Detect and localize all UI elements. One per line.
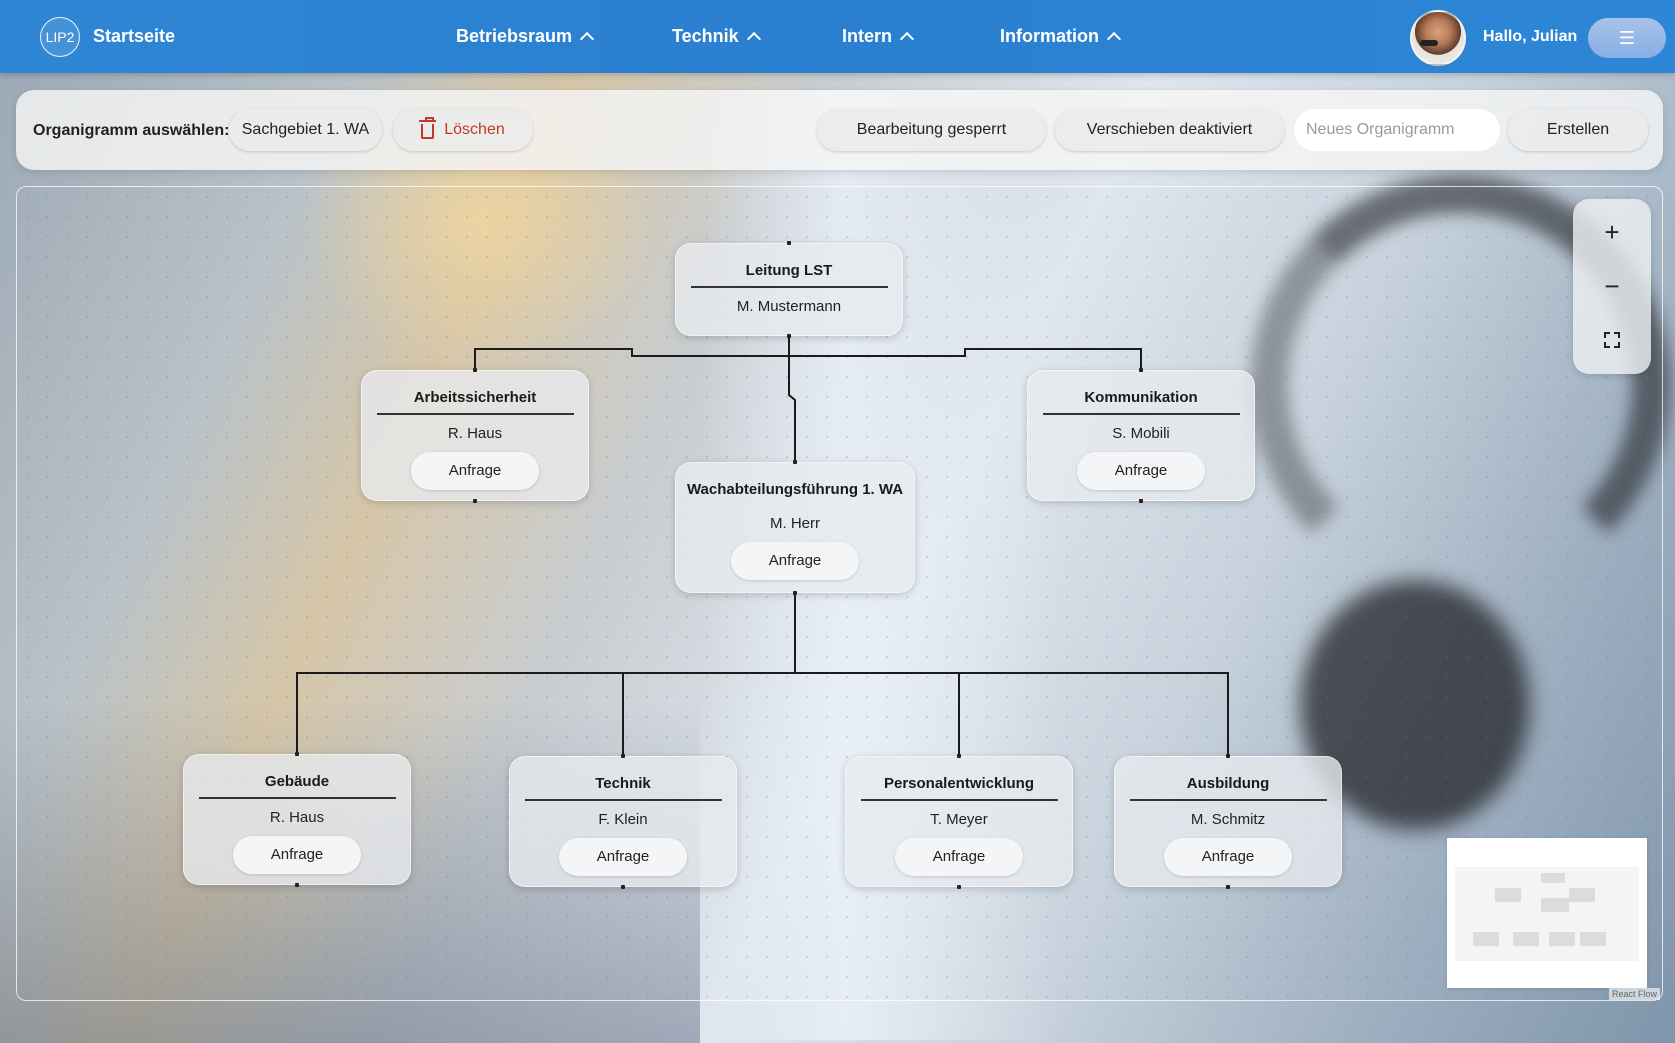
- node-title: Wachabteilungsführung 1. WA: [686, 481, 904, 498]
- node-divider: [1042, 413, 1240, 415]
- minimap-node: [1473, 932, 1499, 946]
- node-person: R. Haus: [269, 808, 325, 826]
- flow-minimap[interactable]: [1447, 838, 1647, 988]
- nav-label: Technik: [672, 26, 739, 46]
- delete-label: Löschen: [444, 121, 505, 138]
- node-handle[interactable]: [473, 499, 477, 503]
- node-handle[interactable]: [473, 368, 477, 372]
- node-title: Technik: [595, 775, 651, 792]
- fit-view-icon: [1604, 332, 1620, 348]
- nav-intern[interactable]: Intern: [842, 26, 915, 47]
- zoom-controls: + −: [1573, 199, 1651, 374]
- node-handle[interactable]: [957, 754, 961, 758]
- node-handle[interactable]: [793, 460, 797, 464]
- node-person: S. Mobili: [1112, 424, 1170, 442]
- org-node-wachabteilung[interactable]: Wachabteilungsführung 1. WA M. Herr Anfr…: [675, 462, 915, 593]
- fit-view-button[interactable]: [1573, 313, 1651, 367]
- request-button[interactable]: Anfrage: [895, 837, 1023, 876]
- node-title: Personalentwicklung: [883, 775, 1035, 792]
- minus-icon: −: [1604, 270, 1620, 301]
- org-node-technik[interactable]: Technik F. Klein Anfrage: [509, 756, 737, 887]
- zoom-in-button[interactable]: +: [1573, 205, 1651, 259]
- node-handle[interactable]: [295, 883, 299, 887]
- organigram-select[interactable]: Sachgebiet 1. WA: [229, 109, 382, 151]
- node-person: M. Mustermann: [736, 297, 842, 315]
- org-node-leitung[interactable]: Leitung LST M. Mustermann: [675, 243, 903, 336]
- node-person: M. Schmitz: [1190, 810, 1266, 828]
- node-handle[interactable]: [957, 885, 961, 889]
- nav-information[interactable]: Information: [1000, 26, 1122, 47]
- node-divider: [198, 797, 396, 799]
- minimap-node: [1541, 873, 1565, 883]
- node-divider: [524, 799, 722, 801]
- nav-betriebsraum[interactable]: Betriebsraum: [456, 26, 595, 47]
- node-handle[interactable]: [793, 591, 797, 595]
- new-organigram-input[interactable]: [1294, 109, 1500, 151]
- request-button[interactable]: Anfrage: [1077, 451, 1205, 490]
- move-lock-toggle[interactable]: Verschieben deaktiviert: [1055, 109, 1284, 151]
- user-greeting: Hallo, Julian: [1483, 28, 1578, 45]
- minimap-node: [1513, 932, 1539, 946]
- trash-icon: [419, 117, 437, 139]
- request-button[interactable]: Anfrage: [559, 837, 687, 876]
- org-node-arbeitssicherheit[interactable]: Arbeitssicherheit R. Haus Anfrage: [361, 370, 589, 501]
- node-title: Arbeitssicherheit: [413, 389, 537, 406]
- node-title: Ausbildung: [1186, 775, 1270, 792]
- request-button[interactable]: Anfrage: [731, 542, 859, 580]
- node-person: M. Herr: [770, 515, 820, 532]
- node-divider: [1129, 799, 1327, 801]
- node-person: F. Klein: [598, 810, 648, 828]
- minimap-node: [1549, 932, 1575, 946]
- node-divider: [690, 286, 888, 288]
- node-handle[interactable]: [1226, 885, 1230, 889]
- minimap-node: [1495, 888, 1521, 902]
- hamburger-menu-button[interactable]: ☰: [1588, 18, 1666, 58]
- node-handle[interactable]: [787, 241, 791, 245]
- org-node-kommunikation[interactable]: Kommunikation S. Mobili Anfrage: [1027, 370, 1255, 501]
- node-handle[interactable]: [1226, 754, 1230, 758]
- node-person: R. Haus: [447, 424, 503, 442]
- menu-icon: ☰: [1618, 27, 1636, 48]
- chevron-up-icon: [579, 31, 595, 47]
- node-handle[interactable]: [621, 754, 625, 758]
- delete-button[interactable]: Löschen: [393, 109, 533, 151]
- chevron-up-icon: [746, 31, 761, 47]
- node-divider: [376, 413, 574, 415]
- minimap-node: [1580, 932, 1606, 946]
- app-logo[interactable]: LIP2: [40, 17, 80, 57]
- node-handle[interactable]: [1139, 368, 1143, 372]
- nav-label: Information: [1000, 26, 1099, 46]
- node-person: T. Meyer: [930, 810, 988, 828]
- react-flow-attribution[interactable]: React Flow: [1609, 988, 1661, 1000]
- home-link[interactable]: Startseite: [93, 26, 175, 47]
- nav-technik[interactable]: Technik: [672, 26, 761, 47]
- create-button[interactable]: Erstellen: [1508, 109, 1648, 151]
- minimap-node: [1541, 898, 1569, 912]
- user-avatar[interactable]: [1410, 10, 1466, 66]
- zoom-out-button[interactable]: −: [1573, 259, 1651, 313]
- request-button[interactable]: Anfrage: [233, 835, 361, 874]
- node-handle[interactable]: [787, 334, 791, 338]
- organigram-select-label: Organigramm auswählen:: [33, 122, 230, 139]
- request-button[interactable]: Anfrage: [1164, 837, 1292, 876]
- node-handle[interactable]: [1139, 499, 1143, 503]
- nav-label: Intern: [842, 26, 893, 46]
- node-title: Kommunikation: [1084, 389, 1198, 406]
- org-node-ausbildung[interactable]: Ausbildung M. Schmitz Anfrage: [1114, 756, 1342, 887]
- node-divider: [860, 799, 1058, 801]
- edit-lock-toggle[interactable]: Bearbeitung gesperrt: [817, 109, 1046, 151]
- chevron-up-icon: [1106, 31, 1122, 47]
- org-node-personalentwicklung[interactable]: Personalentwicklung T. Meyer Anfrage: [845, 756, 1073, 887]
- node-title: Gebäude: [264, 773, 330, 790]
- top-navigation-bar: LIP2 Startseite Betriebsraum Technik Int…: [0, 0, 1675, 73]
- node-title: Leitung LST: [745, 262, 833, 279]
- minimap-node: [1569, 888, 1595, 902]
- plus-icon: +: [1604, 216, 1620, 247]
- nav-label: Betriebsraum: [456, 26, 573, 46]
- chevron-up-icon: [899, 31, 915, 47]
- node-handle[interactable]: [621, 885, 625, 889]
- org-node-gebaeude[interactable]: Gebäude R. Haus Anfrage: [183, 754, 411, 885]
- node-handle[interactable]: [295, 752, 299, 756]
- request-button[interactable]: Anfrage: [411, 451, 539, 490]
